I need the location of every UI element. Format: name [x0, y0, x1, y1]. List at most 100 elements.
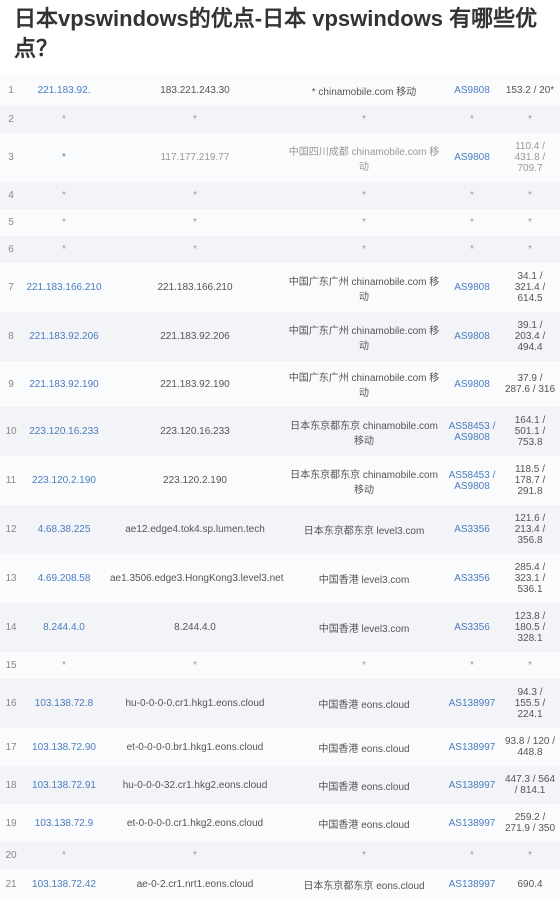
location-cell: 中国四川成都 chinamobile.com 移动	[284, 133, 444, 182]
hop-index: 8	[0, 312, 22, 361]
table-row: 10223.120.16.233223.120.16.233日本东京都东京 ch…	[0, 407, 560, 456]
hop-index: 18	[0, 766, 22, 804]
location-cell: * chinamobile.com 移动	[284, 75, 444, 106]
hostname-cell: *	[106, 209, 284, 236]
asn-cell[interactable]: AS138997	[444, 679, 500, 728]
location-cell: 日本东京都东京 eons.cloud	[284, 869, 444, 900]
timing-cell: 37.9 / 287.6 / 316	[500, 361, 560, 407]
table-row: 3*117.177.219.77中国四川成都 chinamobile.com 移…	[0, 133, 560, 182]
timing-cell: 110.4 / 431.8 / 709.7	[500, 133, 560, 182]
asn-cell[interactable]: AS9808	[444, 133, 500, 182]
location-cell: 中国香港 eons.cloud	[284, 728, 444, 766]
hostname-cell: 221.183.92.190	[106, 361, 284, 407]
timing-cell: 121.6 / 213.4 / 356.8	[500, 505, 560, 554]
asn-cell[interactable]: AS138997	[444, 766, 500, 804]
location-cell: 日本东京都东京 chinamobile.com 移动	[284, 456, 444, 505]
timing-cell: 39.1 / 203.4 / 494.4	[500, 312, 560, 361]
location-cell: 日本东京都东京 chinamobile.com 移动	[284, 407, 444, 456]
timing-cell: *	[500, 182, 560, 209]
location-cell: *	[284, 236, 444, 263]
table-row: 1221.183.92.183.221.243.30* chinamobile.…	[0, 75, 560, 106]
table-row: 6*****	[0, 236, 560, 263]
asn-cell[interactable]: AS9808	[444, 361, 500, 407]
hostname-cell: 221.183.166.210	[106, 263, 284, 312]
location-cell: 中国香港 eons.cloud	[284, 679, 444, 728]
table-row: 16103.138.72.8hu-0-0-0-0.cr1.hkg1.eons.c…	[0, 679, 560, 728]
hop-index: 2	[0, 106, 22, 133]
asn-cell[interactable]: AS3356	[444, 554, 500, 603]
ip-cell[interactable]: 4.68.38.225	[22, 505, 106, 554]
table-row: 7221.183.166.210221.183.166.210中国广东广州 ch…	[0, 263, 560, 312]
hostname-cell: 221.183.92.206	[106, 312, 284, 361]
timing-cell: 285.4 / 323.1 / 536.1	[500, 554, 560, 603]
hostname-cell: 223.120.16.233	[106, 407, 284, 456]
ip-cell[interactable]: 8.244.4.0	[22, 603, 106, 652]
ip-cell: *	[22, 106, 106, 133]
location-cell: 中国香港 level3.com	[284, 554, 444, 603]
ip-cell[interactable]: 103.138.72.9	[22, 804, 106, 842]
table-row: 124.68.38.225ae12.edge4.tok4.sp.lumen.te…	[0, 505, 560, 554]
ip-cell[interactable]: 4.69.208.58	[22, 554, 106, 603]
timing-cell: *	[500, 842, 560, 869]
asn-cell[interactable]: AS58453 / AS9808	[444, 407, 500, 456]
asn-cell[interactable]: AS9808	[444, 312, 500, 361]
hop-index: 13	[0, 554, 22, 603]
asn-cell[interactable]: AS138997	[444, 869, 500, 900]
timing-cell: 118.5 / 178.7 / 291.8	[500, 456, 560, 505]
hostname-cell: 8.244.4.0	[106, 603, 284, 652]
table-row: 134.69.208.58ae1.3506.edge3.HongKong3.le…	[0, 554, 560, 603]
table-row: 20*****	[0, 842, 560, 869]
hostname-cell: 117.177.219.77	[106, 133, 284, 182]
page-title: 日本vpswindows的优点-日本 vpswindows 有哪些优点？	[0, 0, 560, 75]
table-row: 148.244.4.08.244.4.0中国香港 level3.comAS335…	[0, 603, 560, 652]
hostname-cell: *	[106, 236, 284, 263]
timing-cell: 690.4	[500, 869, 560, 900]
timing-cell: 447.3 / 564 / 814.1	[500, 766, 560, 804]
location-cell: *	[284, 182, 444, 209]
ip-cell: *	[22, 652, 106, 679]
timing-cell: 34.1 / 321.4 / 614.5	[500, 263, 560, 312]
hop-index: 20	[0, 842, 22, 869]
ip-cell[interactable]: 221.183.166.210	[22, 263, 106, 312]
hostname-cell: ae-0-2.cr1.nrt1.eons.cloud	[106, 869, 284, 900]
table-row: 9221.183.92.190221.183.92.190中国广东广州 chin…	[0, 361, 560, 407]
location-cell: 中国广东广州 chinamobile.com 移动	[284, 312, 444, 361]
ip-cell[interactable]: 103.138.72.42	[22, 869, 106, 900]
hop-index: 19	[0, 804, 22, 842]
hop-index: 5	[0, 209, 22, 236]
location-cell: 中国香港 level3.com	[284, 603, 444, 652]
asn-cell[interactable]: AS58453 / AS9808	[444, 456, 500, 505]
timing-cell: 153.2 / 20*	[500, 75, 560, 106]
ip-cell[interactable]: 103.138.72.8	[22, 679, 106, 728]
hostname-cell: hu-0-0-0-32.cr1.hkg2.eons.cloud	[106, 766, 284, 804]
ip-cell[interactable]: 103.138.72.90	[22, 728, 106, 766]
ip-cell[interactable]: 221.183.92.	[22, 75, 106, 106]
hostname-cell: *	[106, 106, 284, 133]
timing-cell: 93.8 / 120 / 448.8	[500, 728, 560, 766]
hop-index: 7	[0, 263, 22, 312]
table-row: 21103.138.72.42ae-0-2.cr1.nrt1.eons.clou…	[0, 869, 560, 900]
ip-cell[interactable]: 223.120.2.190	[22, 456, 106, 505]
table-row: 5*****	[0, 209, 560, 236]
hostname-cell: ae1.3506.edge3.HongKong3.level3.net	[106, 554, 284, 603]
asn-cell[interactable]: AS3356	[444, 603, 500, 652]
asn-cell[interactable]: AS9808	[444, 75, 500, 106]
hostname-cell: et-0-0-0-0.br1.hkg1.eons.cloud	[106, 728, 284, 766]
asn-cell: *	[444, 106, 500, 133]
timing-cell: *	[500, 106, 560, 133]
asn-cell[interactable]: AS3356	[444, 505, 500, 554]
asn-cell: *	[444, 842, 500, 869]
timing-cell: *	[500, 236, 560, 263]
ip-cell[interactable]: *	[22, 133, 106, 182]
hop-index: 4	[0, 182, 22, 209]
asn-cell[interactable]: AS9808	[444, 263, 500, 312]
ip-cell[interactable]: 223.120.16.233	[22, 407, 106, 456]
asn-cell[interactable]: AS138997	[444, 728, 500, 766]
asn-cell[interactable]: AS138997	[444, 804, 500, 842]
hostname-cell: 223.120.2.190	[106, 456, 284, 505]
ip-cell[interactable]: 221.183.92.190	[22, 361, 106, 407]
ip-cell: *	[22, 209, 106, 236]
ip-cell[interactable]: 221.183.92.206	[22, 312, 106, 361]
hostname-cell: ae12.edge4.tok4.sp.lumen.tech	[106, 505, 284, 554]
ip-cell[interactable]: 103.138.72.91	[22, 766, 106, 804]
